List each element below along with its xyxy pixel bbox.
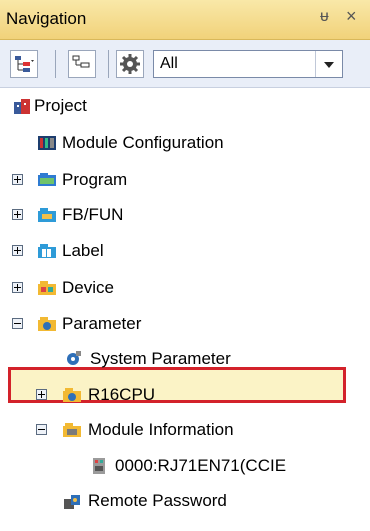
project-icon — [14, 99, 30, 114]
pin-icon[interactable]: ᵾ — [320, 8, 329, 26]
panel-title: Navigation — [6, 9, 87, 28]
tree-item-system-parameter[interactable]: System Parameter — [0, 342, 370, 376]
tree-item-r16cpu[interactable]: R16CPU — [0, 378, 370, 412]
settings-button[interactable] — [116, 50, 144, 78]
chevron-down-icon[interactable] — [315, 51, 342, 77]
tree-item-label: Module Information — [88, 420, 234, 439]
tree-item-label: 0000:RJ71EN71(CCIE — [115, 456, 287, 475]
tree-collapse-icon — [72, 55, 90, 68]
expand-icon[interactable] — [36, 389, 47, 400]
expand-icon[interactable] — [12, 282, 23, 293]
panel-titlebar: Navigation ᵾ × — [0, 0, 370, 40]
tree-item-label: Device — [62, 278, 114, 297]
filter-value: All — [160, 55, 178, 72]
tree-item-module[interactable]: 0000:RJ71EN71(CCIE — [0, 449, 370, 483]
tree-item-label: FB/FUN — [62, 205, 124, 224]
label-icon — [38, 244, 56, 258]
tree-item-device[interactable]: Device — [0, 271, 370, 305]
remote-password-icon — [64, 495, 80, 509]
collapse-icon[interactable] — [36, 424, 47, 435]
tree-expand-icon — [15, 56, 34, 72]
tree-item-label: Remote Password — [88, 491, 227, 510]
tree-item-label: Module Configuration — [62, 133, 224, 152]
tree-item-module-configuration[interactable]: Module Configuration — [0, 126, 370, 160]
tree-item-label-node[interactable]: Label — [0, 234, 370, 268]
system-parameter-icon — [67, 351, 81, 365]
module-information-icon — [63, 423, 81, 437]
tree-item-module-information[interactable]: Module Information — [0, 413, 370, 447]
tree-item-label: Program — [62, 170, 128, 189]
program-icon — [38, 173, 56, 186]
toolbar-separator — [108, 50, 109, 78]
filter-combobox[interactable]: All — [153, 50, 343, 78]
module-icon — [93, 458, 105, 474]
tree-item-project[interactable]: Project — [0, 89, 370, 123]
collapse-icon[interactable] — [12, 318, 23, 329]
tree-item-label: R16CPU — [88, 385, 156, 404]
tree-item-fb-fun[interactable]: FB/FUN — [0, 198, 370, 232]
expand-icon[interactable] — [12, 209, 23, 220]
tree-item-label: Project — [34, 96, 87, 115]
fb-fun-icon — [38, 208, 56, 222]
tree-item-label: Label — [62, 241, 104, 260]
close-icon[interactable]: × — [346, 6, 357, 27]
tree-item-remote-password[interactable]: Remote Password — [0, 484, 370, 518]
expand-icon[interactable] — [12, 245, 23, 256]
collapse-tree-button[interactable] — [68, 50, 96, 78]
gear-icon — [120, 54, 140, 74]
cpu-parameter-icon — [63, 388, 81, 402]
device-icon — [38, 281, 56, 295]
tree-item-label: Parameter — [62, 314, 142, 333]
expand-icon[interactable] — [12, 174, 23, 185]
parameter-icon — [38, 317, 56, 331]
tree-item-parameter[interactable]: Parameter — [0, 307, 370, 341]
tree-scroll-area — [352, 88, 370, 531]
toolbar-separator — [55, 50, 56, 78]
tree-item-program[interactable]: Program — [0, 163, 370, 197]
module-configuration-icon — [38, 136, 56, 150]
navigation-toolbar: All — [0, 40, 370, 88]
tree-item-label: System Parameter — [90, 349, 231, 368]
expand-tree-button[interactable] — [10, 50, 38, 78]
